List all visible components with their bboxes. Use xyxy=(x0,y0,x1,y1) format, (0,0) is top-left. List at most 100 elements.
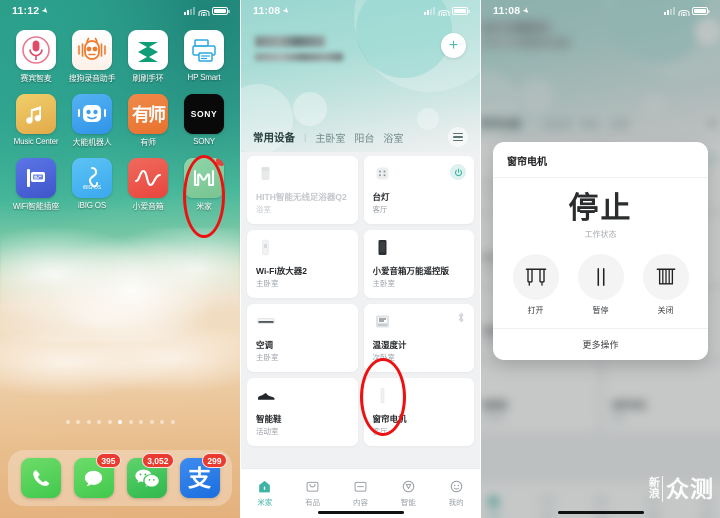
app-xiaoai-speaker[interactable]: 小爱音箱 xyxy=(120,158,176,212)
device-state-value: 停止 xyxy=(568,192,633,225)
app-daneng-robot[interactable]: 大能机器人 xyxy=(64,94,120,148)
app-sogou-recorder[interactable]: 搜狗录音助手 xyxy=(64,30,120,84)
tab-common-devices[interactable]: 常用设备 xyxy=(253,130,295,145)
sony-logo-icon[interactable]: SONY xyxy=(184,94,224,134)
statusbar-panel1: 11:12 ➤ xyxy=(0,0,240,22)
status-time: 11:12 ➤ xyxy=(12,5,51,17)
tabbar-label: 有品 xyxy=(305,498,321,507)
device-room: 活动室 xyxy=(256,427,279,436)
device-room: 浴室 xyxy=(256,205,271,214)
sogou-recorder-icon[interactable] xyxy=(72,30,112,70)
watermark-zhongce: 众测 xyxy=(666,475,714,502)
decorative-blob xyxy=(293,92,327,126)
power-toggle-button[interactable] xyxy=(450,164,466,180)
tab-balcony[interactable]: 阳台 xyxy=(354,130,374,145)
control-label: 关闭 xyxy=(657,305,674,315)
tab-bathroom[interactable]: 浴室 xyxy=(383,130,403,145)
app-label: 搜狗录音助手 xyxy=(68,74,116,83)
device-state-label: 工作状态 xyxy=(584,229,617,239)
tabbar-item-mijia[interactable]: 米家 xyxy=(241,469,289,518)
tabbar-item-profile[interactable]: 我的 xyxy=(432,469,480,518)
device-name: 台灯 xyxy=(372,192,390,202)
phone-icon[interactable] xyxy=(20,458,61,498)
device-card-foot-spa[interactable]: HITH智能无线足浴器Q2 浴室 xyxy=(247,156,358,224)
hp-printer-icon[interactable] xyxy=(184,30,224,70)
tabbar-label: 内容 xyxy=(352,498,368,507)
location-arrow-icon: ➤ xyxy=(280,4,293,16)
device-card-smart-speaker[interactable]: 小爱音箱万能遥控版 主卧室 xyxy=(363,230,474,298)
control-label: 打开 xyxy=(527,305,544,315)
control-close[interactable]: 关闭 xyxy=(642,253,689,316)
air-conditioner-icon xyxy=(256,312,275,331)
bag-icon xyxy=(306,481,319,492)
tabbar-label: 智能 xyxy=(400,498,416,507)
app-ibig-os[interactable]: iBIG OS iBIG OS xyxy=(64,158,120,212)
home-indicator[interactable] xyxy=(557,510,644,514)
user-info-blurred xyxy=(255,36,343,61)
device-card-smart-shoe[interactable]: 智能鞋 活动室 xyxy=(247,378,358,446)
app-music-center[interactable]: Music Center xyxy=(8,94,64,148)
dock-item-alipay[interactable]: 支 299 xyxy=(179,453,227,498)
cellular-signal-icon xyxy=(424,7,435,15)
ibig-os-icon[interactable]: iBIG OS xyxy=(72,158,112,198)
app-label: 刷刷手环 xyxy=(132,74,164,83)
control-pause[interactable]: 暂停 xyxy=(577,253,624,316)
page-indicator-dots[interactable] xyxy=(0,420,240,424)
device-card-air-conditioner[interactable]: 空调 主卧室 xyxy=(247,304,358,372)
wifi-icon xyxy=(438,7,449,16)
three-phone-screenshot-collage: 11:12 ➤ 赛宾智麦 搜狗录音助手 刷刷手环 HP Smart Music … xyxy=(0,0,720,518)
more-actions-button[interactable]: 更多操作 xyxy=(493,327,708,360)
saramonic-mic-icon[interactable] xyxy=(16,30,56,70)
app-sony[interactable]: SONY SONY xyxy=(176,94,232,148)
device-name: 智能鞋 xyxy=(256,414,282,424)
curtain-open-icon[interactable] xyxy=(512,253,559,300)
music-note-icon[interactable] xyxy=(16,94,56,134)
home-indicator[interactable] xyxy=(317,510,404,514)
tabbar-label: 米家 xyxy=(257,498,273,507)
robot-face-icon[interactable] xyxy=(72,94,112,134)
dock-item-wechat[interactable]: 3,052 xyxy=(126,453,174,498)
app-label: Music Center xyxy=(13,137,59,146)
wifi-icon xyxy=(198,7,209,16)
pause-icon[interactable] xyxy=(577,253,624,300)
device-name: 温湿度计 xyxy=(372,340,407,350)
app-wifi-plug[interactable]: WiFi智能插座 xyxy=(8,158,64,212)
xiaoai-speaker-icon[interactable] xyxy=(128,158,168,198)
dock-item-phone[interactable] xyxy=(20,458,61,498)
thermo-hygrometer-icon xyxy=(373,312,392,331)
badge-count: 3,052 xyxy=(142,453,174,468)
app-saramonic[interactable]: 赛宾智麦 xyxy=(8,30,64,84)
youshi-icon[interactable]: 有师 xyxy=(128,94,168,134)
curtain-motor-modal: 窗帘电机 停止 工作状态 打开 暂停 关闭 更多操作 xyxy=(493,142,708,360)
wifi-icon xyxy=(678,7,689,16)
username-blurred xyxy=(255,36,325,47)
status-indicators xyxy=(664,7,710,16)
app-label: 有师 xyxy=(140,138,156,147)
dock-item-messages[interactable]: 395 xyxy=(73,453,121,498)
badge-count: 395 xyxy=(96,453,121,468)
watermark-sina: 新 浪 xyxy=(649,477,660,500)
curtain-closed-icon[interactable] xyxy=(642,253,689,300)
wifi-plug-icon[interactable] xyxy=(16,158,56,198)
device-card-desk-lamp[interactable]: 台灯 客厅 xyxy=(363,156,474,224)
app-youshi[interactable]: 有师 有师 xyxy=(120,94,176,148)
device-room: 主卧室 xyxy=(256,279,279,288)
location-arrow-icon: ➤ xyxy=(520,4,533,16)
control-open[interactable]: 打开 xyxy=(512,253,559,316)
panel-curtain-quick-panel: + 常用设备| 主卧室阳台浴室 HITH智能无线足浴器Q2浴室 台灯客厅 Wi-… xyxy=(480,0,720,518)
modal-body: 停止 工作状态 打开 暂停 关闭 xyxy=(493,178,708,328)
app-hp-smart[interactable]: HP Smart xyxy=(176,30,232,84)
tab-master-bedroom[interactable]: 主卧室 xyxy=(315,130,345,145)
device-card-wifi-repeater[interactable]: Wi-Fi放大器2 主卧室 xyxy=(247,230,358,298)
device-room: 客厅 xyxy=(372,205,388,214)
app-label: HP Smart xyxy=(187,73,221,82)
content-icon xyxy=(354,481,367,492)
ios-dock: 395 3,052 支 299 xyxy=(8,450,232,506)
add-device-button[interactable]: + xyxy=(441,33,466,58)
shuashua-band-icon[interactable] xyxy=(128,30,168,70)
control-label: 暂停 xyxy=(592,305,609,315)
app-shuashua-band[interactable]: 刷刷手环 xyxy=(120,30,176,84)
wifi-repeater-icon xyxy=(256,238,275,257)
status-time: 11:08 ➤ xyxy=(253,4,293,17)
hamburger-menu-icon[interactable] xyxy=(448,127,468,147)
